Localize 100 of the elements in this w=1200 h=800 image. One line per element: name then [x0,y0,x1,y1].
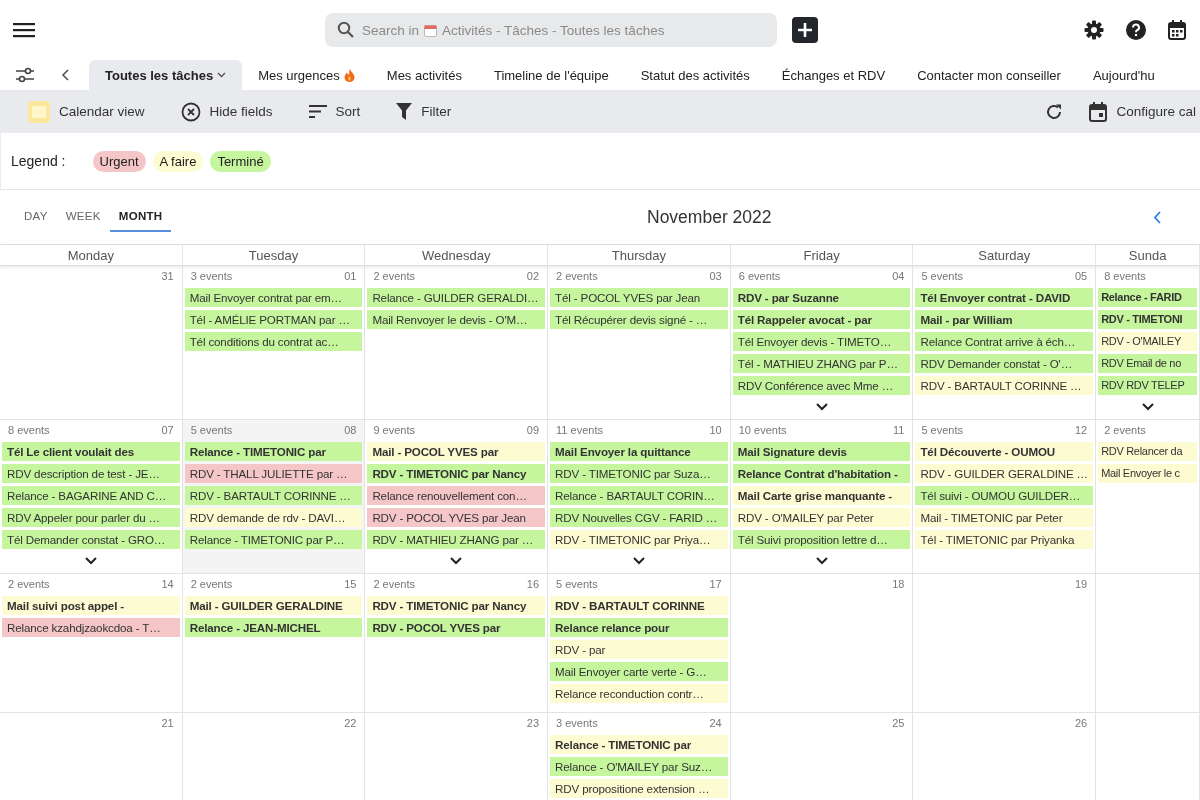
event-chip[interactable]: Mail Envoyer contrat par em… [184,287,363,307]
event-chip[interactable]: Tél - MATHIEU ZHANG par P… [732,353,911,373]
event-chip[interactable]: RDV Conférence avec Mme … [732,375,911,395]
event-chip[interactable]: RDV description de test - JE… [2,463,180,483]
event-chip[interactable]: Mail Signature devis [732,441,911,461]
tab[interactable]: Mes urgences [242,60,371,90]
event-chip[interactable]: Tél conditions du contrat ac… [184,331,363,351]
event-chip[interactable]: RDV RDV TELEP [1098,375,1198,395]
event-chip[interactable]: Relance - O'MAILEY par Suz… [550,756,728,776]
event-chip[interactable]: Relance - TIMETONIC par P… [184,529,363,549]
event-chip[interactable]: RDV - BARTAULT CORINNE … [915,375,1094,395]
event-chip[interactable]: RDV - MATHIEU ZHANG par … [367,529,546,549]
toolbar-button[interactable]: Sort [308,104,361,119]
event-chip[interactable]: Tél Rappeler avocat - par [732,309,911,329]
event-chip[interactable]: Tél - POCOL YVES par Jean [550,287,728,307]
chevron-left-icon[interactable] [61,69,69,81]
event-chip[interactable]: RDV - TIMETONIC par Nancy [367,463,546,483]
refresh-icon[interactable] [1045,102,1064,121]
chevron-down-icon[interactable] [1141,403,1154,411]
toolbar-button[interactable]: Filter [396,103,452,120]
toolbar-button[interactable]: Calendar view [28,100,145,123]
view-tab[interactable]: DAY [15,202,57,232]
view-tab[interactable]: MONTH [109,202,172,232]
tab[interactable]: Toutes les tâches [89,60,243,90]
event-chip[interactable]: RDV - THALL JULIETTE par … [184,463,363,483]
event-chip[interactable]: Relance - BAGARINE AND C… [2,485,180,505]
event-chip[interactable]: RDV - TIMETONIC par Nancy [367,595,546,615]
event-chip[interactable]: Tél Récupérer devis signé - … [550,309,728,329]
event-chip[interactable]: Relance - FARID [1098,287,1198,307]
menu-icon[interactable] [13,22,35,38]
event-chip[interactable]: Relance renouvellement con… [367,485,546,505]
event-chip[interactable]: Mail Renvoyer le devis - O'M… [367,309,546,329]
add-icon[interactable] [792,17,818,43]
chevron-down-icon[interactable] [815,403,828,411]
event-count: 5 events [190,424,233,436]
event-chip[interactable]: RDV demande de rdv - DAVI… [184,507,363,527]
chevron-down-icon[interactable] [815,557,828,565]
event-chip[interactable]: Tél suivi - OUMOU GUILDER… [915,485,1094,505]
event-chip[interactable]: Mail suivi post appel - [2,595,180,615]
event-chip[interactable]: Mail - par William [915,309,1094,329]
event-chip[interactable]: Tél - AMÉLIE PORTMAN par … [184,309,363,329]
chevron-down-icon[interactable] [632,557,645,565]
help-icon[interactable] [1126,20,1146,40]
tab[interactable]: Mes activités [370,60,478,90]
event-chip[interactable]: RDV - par Suzanne [732,287,911,307]
event-chip[interactable]: RDV - O'MAILEY par Peter [732,507,911,527]
event-chip[interactable]: RDV - TIMETONIC par Suza… [550,463,728,483]
event-chip[interactable]: Tél Découverte - OUMOU [915,441,1094,461]
event-chip[interactable]: RDV - POCOL YVES par Jean [367,507,546,527]
event-chip[interactable]: Relance - TIMETONIC par [184,441,363,461]
event-chip[interactable]: Tél Le client voulait des [2,441,180,461]
event-chip[interactable]: Mail - POCOL YVES par [367,441,546,461]
event-chip[interactable]: Relance Contrat d'habitation - [732,463,911,483]
view-tab[interactable]: WEEK [56,202,110,232]
event-chip[interactable]: Tél Suivi proposition lettre d… [732,529,911,549]
tab[interactable]: Aujourd'hu [1076,60,1171,90]
event-chip[interactable]: Relance Contrat arrive à éch… [915,331,1094,351]
event-chip[interactable]: RDV - TIMETONI [1098,309,1198,329]
chevron-down-icon[interactable] [450,557,463,565]
event-chip[interactable]: RDV - BARTAULT CORINNE [550,595,728,615]
tab[interactable]: Timeline de l'équipe [477,60,625,90]
tab[interactable]: Statut des activités [624,60,766,90]
event-chip[interactable]: RDV Nouvelles CGV - FARID … [550,507,728,527]
event-chip[interactable]: RDV - POCOL YVES par [367,617,546,637]
sliders-icon[interactable] [15,66,35,84]
event-chip[interactable]: Mail - TIMETONIC par Peter [915,507,1094,527]
event-chip[interactable]: Relance - TIMETONIC par [550,734,728,754]
event-chip[interactable]: Mail Envoyer carte verte - G… [550,661,728,681]
configure-button[interactable]: Configure cal [1089,101,1196,122]
event-chip[interactable]: RDV - O'MAILEY [1098,331,1198,351]
event-chip[interactable]: Mail Carte grise manquante - [732,485,911,505]
event-chip[interactable]: Relance kzahdjzaokcdoa - T… [2,617,180,637]
chevron-left-icon[interactable] [1153,210,1161,224]
event-chip[interactable]: RDV - BARTAULT CORINNE … [184,485,363,505]
event-chip[interactable]: Mail - GUILDER GERALDINE [184,595,363,615]
event-chip[interactable]: Relance - GUILDER GERALDI… [367,287,546,307]
event-chip[interactable]: Relance reconduction contr… [550,683,728,703]
calendar-icon[interactable] [1168,20,1186,40]
event-chip[interactable]: RDV Demander constat - O'… [915,353,1094,373]
event-chip[interactable]: Relance - BARTAULT CORIN… [550,485,728,505]
event-chip[interactable]: Tél Demander constat - GRO… [2,529,180,549]
tab[interactable]: Contacter mon conseiller [901,60,1077,90]
event-chip[interactable]: Mail Envoyer le c [1098,463,1198,483]
event-chip[interactable]: Tél Envoyer contrat - DAVID [915,287,1094,307]
event-chip[interactable]: RDV Email de no [1098,353,1198,373]
event-chip[interactable]: RDV - par [550,639,728,659]
event-chip[interactable]: RDV propositione extension … [550,778,728,798]
chevron-down-icon[interactable] [84,557,97,565]
event-chip[interactable]: Relance relance pour [550,617,728,637]
event-chip[interactable]: Mail Envoyer la quittance [550,441,728,461]
event-chip[interactable]: RDV Relancer da [1098,441,1198,461]
event-chip[interactable]: RDV - GUILDER GERALDINE … [915,463,1094,483]
tab[interactable]: Échanges et RDV [765,60,902,90]
event-chip[interactable]: RDV - TIMETONIC par Priya… [550,529,728,549]
event-chip[interactable]: Tél Envoyer devis - TIMETO… [732,331,911,351]
event-chip[interactable]: RDV Appeler pour parler du … [2,507,180,527]
event-chip[interactable]: Tél - TIMETONIC par Priyanka [915,529,1094,549]
settings-icon[interactable] [1084,20,1104,40]
toolbar-button[interactable]: Hide fields [180,101,273,122]
event-chip[interactable]: Relance - JEAN-MICHEL [184,617,363,637]
